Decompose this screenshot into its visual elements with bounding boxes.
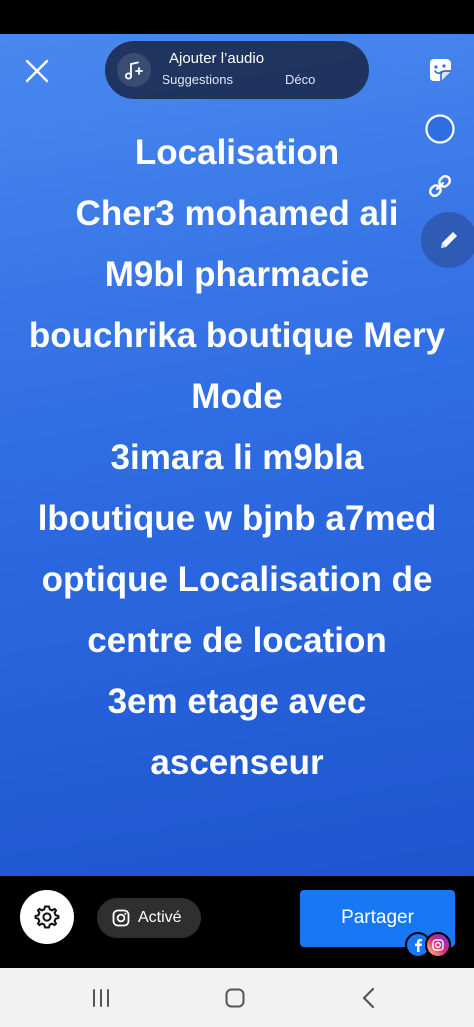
add-audio-label: Ajouter l’audio [169,50,265,67]
back-button[interactable] [349,982,389,1014]
settings-button[interactable] [20,890,74,944]
gear-icon [34,905,60,929]
recents-button[interactable] [81,982,121,1014]
sticker-icon [430,59,451,81]
story-text-line: optique Localisation de [41,560,433,599]
share-destinations [405,932,451,958]
sticker-button[interactable] [420,50,460,90]
instagram-active-toggle[interactable]: Activé [97,898,201,938]
story-text-line: lboutique w bjnb a7med [37,499,437,538]
story-text[interactable]: Localisation Cher3 mohamed ali M9bl phar… [8,122,466,793]
story-text-line: 3imara li m9bla [110,438,364,477]
share-label: Partager [341,906,414,928]
home-button[interactable] [215,982,255,1014]
close-button[interactable] [20,54,54,88]
active-label: Activé [138,909,182,926]
music-add-icon [117,53,151,87]
story-text-line: centre de location [87,621,387,660]
story-text-line: Cher3 mohamed ali [75,194,399,233]
home-icon [225,988,245,1008]
add-audio-button[interactable]: Ajouter l’audio Suggestions Découvrir [105,41,369,99]
close-icon [25,59,49,83]
status-bar [0,0,474,34]
recents-icon [93,989,109,1007]
story-text-line: ascenseur [150,743,324,782]
story-text-line: bouchrika boutique Mery [28,316,446,355]
audio-tab-discover[interactable]: Découvrir [285,72,315,87]
story-text-line: 3em etage avec [107,682,367,721]
story-text-line: M9bl pharmacie [104,255,370,294]
story-text-line: Localisation [134,133,340,172]
system-navigation-bar [0,968,474,1027]
audio-tab-suggestions[interactable]: Suggestions [163,72,233,87]
story-text-line: Mode [191,377,283,416]
instagram-icon [112,909,130,927]
back-icon [362,987,375,1009]
instagram-badge-icon [425,932,451,958]
